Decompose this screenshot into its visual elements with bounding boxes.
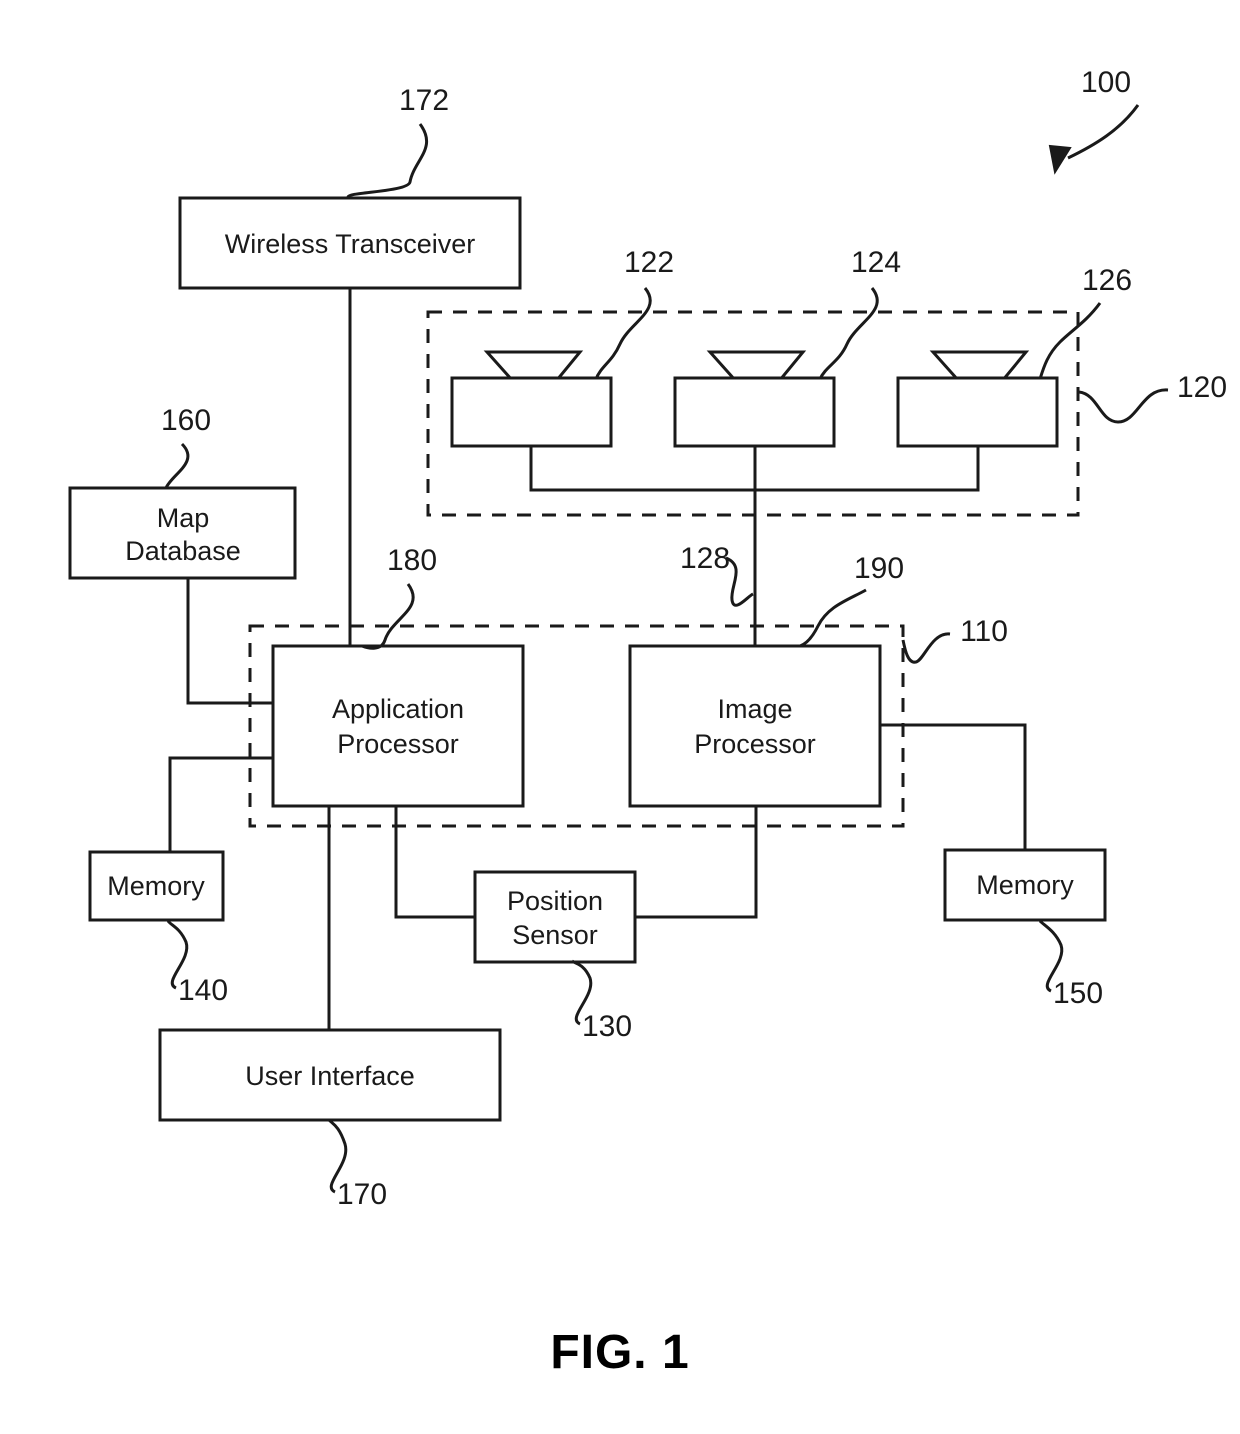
ref-100-group: 100 [1048,66,1140,175]
camera-body-1 [450,376,613,448]
ref-126-group: 126 [1038,264,1132,380]
image-processor-block: Image Processor [628,644,882,808]
ref-170-group: 170 [327,1118,387,1211]
ref-190-group: 190 [799,552,904,648]
ref-128-leader [725,556,754,607]
ref-180-group: 180 [361,544,437,650]
ref-number-124: 124 [851,246,901,279]
connector-image-processor-to-position-sensor [635,806,758,919]
ref-110-leader [901,632,951,664]
ref-number-140: 140 [178,974,228,1007]
ref-100-leader [1067,104,1140,160]
connector-app-processor-to-position-sensor [394,806,475,919]
position-sensor-block: Position Sensor [473,870,637,964]
ref-number-170: 170 [337,1178,387,1211]
ref-172-leader [346,123,428,199]
ref-number-110: 110 [960,615,1008,648]
map-database-block: Map Database [68,486,297,580]
position-sensor-label-line2: Sensor [512,920,598,950]
ref-120-group: 120 [1078,371,1227,424]
connector-memory-left-to-app-processor [168,756,273,852]
user-interface-label: User Interface [245,1061,415,1091]
image-capture-device-1 [450,350,613,448]
image-capture-device-2 [673,350,836,448]
map-database-label-line2: Database [125,536,241,566]
ref-190-leader [799,588,867,648]
connector-image-processor-to-memory-right [880,723,1027,850]
ref-126-leader [1038,302,1102,380]
ref-150-group: 150 [1038,919,1103,1010]
application-processor-label-line2: Processor [337,729,459,759]
ref-130-group: 130 [571,959,632,1043]
camera-body-2 [673,376,836,448]
camera-lens-icon-3 [929,350,1030,382]
application-processor-box [271,644,525,808]
ref-140-group: 140 [166,919,228,1007]
memory-left-label: Memory [107,871,205,901]
figure-caption: FIG. 1 [550,1326,689,1379]
ref-100-arrowhead [1048,144,1072,175]
ref-number-150: 150 [1053,977,1103,1010]
connector-map-database-to-app-processor [186,578,273,705]
ref-number-126: 126 [1082,264,1132,297]
ref-number-128: 128 [680,542,730,575]
ref-number-190: 190 [854,552,904,585]
image-processor-box [628,644,882,808]
ref-124-leader [818,287,879,380]
patent-figure-1: Wireless Transceiver Map Database Applic… [0,0,1240,1434]
image-processor-label-line1: Image [717,694,792,724]
ref-number-122: 122 [624,246,674,279]
camera-lens-icon-1 [483,350,584,382]
wireless-transceiver-label: Wireless Transceiver [225,229,476,259]
ref-180-leader [361,583,415,650]
application-processor-label-line1: Application [332,694,464,724]
user-interface-block: User Interface [158,1028,502,1122]
ref-160-leader [164,442,190,489]
ref-number-172: 172 [399,84,449,117]
ref-160-group: 160 [161,404,211,489]
position-sensor-label-line1: Position [507,886,603,916]
memory-left-block: Memory [88,850,225,922]
ref-number-160: 160 [161,404,211,437]
ref-number-130: 130 [582,1010,632,1043]
ref-172-group: 172 [346,84,449,199]
image-processor-label-line2: Processor [694,729,816,759]
ref-128-group: 128 [680,542,754,607]
map-database-label-line1: Map [157,503,210,533]
ref-110-group: 110 [901,615,1008,664]
memory-right-block: Memory [943,848,1107,922]
memory-right-label: Memory [976,870,1074,900]
application-processor-block: Application Processor [271,644,525,808]
camera-body-3 [896,376,1059,448]
ref-122-leader [594,287,652,380]
wireless-transceiver-block: Wireless Transceiver [178,196,522,290]
ref-number-120: 120 [1177,371,1227,404]
ref-number-180: 180 [387,544,437,577]
ref-number-100: 100 [1081,66,1131,99]
camera-lens-icon-2 [706,350,807,382]
image-capture-device-3 [896,350,1059,448]
ref-120-leader [1078,388,1169,424]
